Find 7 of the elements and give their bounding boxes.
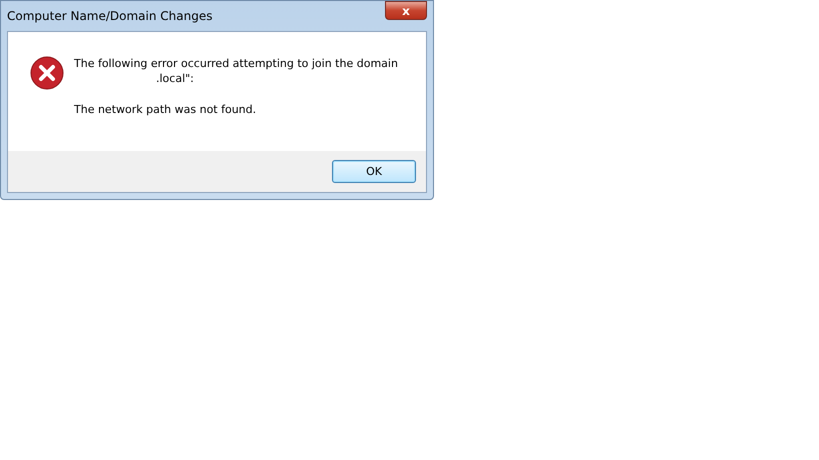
error-detail: The network path was not found. (74, 102, 258, 117)
ok-button[interactable]: OK (332, 160, 416, 183)
window-title: Computer Name/Domain Changes (7, 9, 212, 23)
close-button[interactable]: x (385, 1, 427, 20)
error-message: The following error occurred attempting to join the domain (74, 56, 398, 71)
error-icon (30, 56, 64, 90)
error-message: .local": (155, 71, 195, 86)
